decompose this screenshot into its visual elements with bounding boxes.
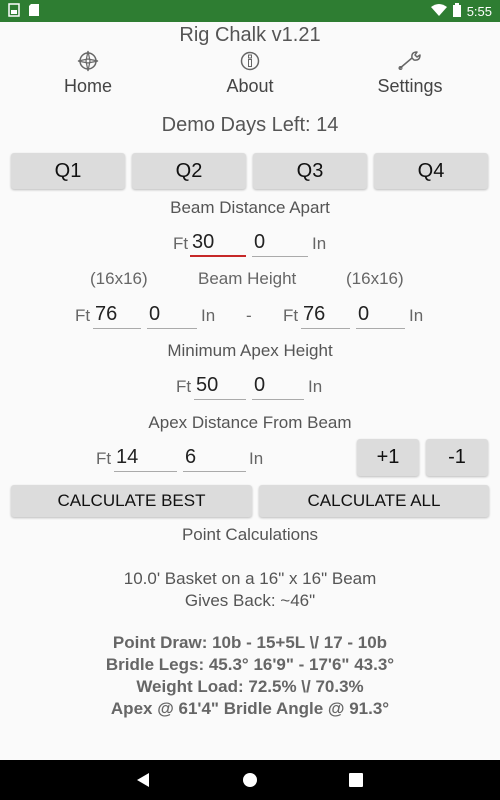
app-title: Rig Chalk v1.21 [179, 24, 321, 46]
plus-one-button[interactable]: +1 [357, 439, 419, 476]
info-icon [240, 51, 260, 71]
system-nav-bar [0, 760, 500, 800]
wrench-icon [398, 51, 421, 70]
left-height-ft-input[interactable]: 76 [93, 301, 141, 329]
q3-button[interactable]: Q3 [253, 153, 367, 189]
left-height-in-unit: In [201, 306, 216, 325]
beam-distance-ft-unit: Ft [173, 234, 189, 253]
gives-back-text: Gives Back: ~46" [184, 591, 316, 610]
beam-height-label: Beam Height [198, 269, 297, 288]
beam-distance-ft-input[interactable]: 30 [190, 229, 246, 257]
q2-button[interactable]: Q2 [132, 153, 246, 189]
nav-settings[interactable]: Settings [350, 50, 470, 97]
point-draw-text: Point Draw: 10b - 15+5L \/ 17 - 10b [112, 633, 388, 652]
apex-distance-ft-unit: Ft [96, 449, 112, 468]
bridle-legs-text: Bridle Legs: 45.3° 16'9" - 17'6" 43.3° [105, 655, 395, 674]
beam-distance-in-input[interactable]: 0 [252, 229, 308, 257]
battery-icon [452, 3, 461, 20]
calculate-all-button[interactable]: CALCULATE ALL [259, 485, 489, 517]
apex-height-in-unit: In [308, 377, 323, 396]
nav-about-label: About [226, 76, 274, 96]
nav-home[interactable]: Home [28, 50, 148, 97]
apex-height-label: Minimum Apex Height [167, 341, 333, 360]
right-height-ft-unit: Ft [283, 306, 299, 325]
calculate-best-button[interactable]: CALCULATE BEST [11, 485, 252, 517]
apex-distance-ft-input[interactable]: 14 [114, 444, 177, 472]
apex-distance-in-unit: In [249, 449, 264, 468]
right-height-ft-input[interactable]: 76 [301, 301, 350, 329]
apex-height-ft-unit: Ft [176, 377, 192, 396]
demo-days-text: Demo Days Left: 14 [161, 114, 339, 136]
right-height-in-input[interactable]: 0 [356, 301, 405, 329]
nav-about[interactable]: About [190, 50, 310, 97]
home-circle-icon[interactable] [242, 772, 258, 788]
left-height-in-input[interactable]: 0 [147, 301, 197, 329]
results-heading: Point Calculations [181, 525, 319, 544]
left-height-ft-unit: Ft [75, 306, 91, 325]
height-separator: - [246, 306, 252, 325]
apex-height-ft-input[interactable]: 50 [194, 372, 246, 400]
beam-distance-label: Beam Distance Apart [170, 198, 330, 217]
apex-distance-label: Apex Distance From Beam [148, 413, 352, 432]
status-bar: 5:55 [0, 0, 500, 22]
sd-card-icon [28, 3, 40, 17]
photo-notification-icon [8, 3, 20, 17]
left-beam-size: (16x16) [90, 269, 148, 288]
right-height-in-unit: In [409, 306, 424, 325]
right-beam-size: (16x16) [346, 269, 404, 288]
apex-bridle-angle-text: Apex @ 61'4" Bridle Angle @ 91.3° [110, 699, 390, 718]
recents-icon[interactable] [349, 773, 363, 787]
basket-summary: 10.0' Basket on a 16" x 16" Beam [123, 569, 377, 588]
nav-settings-label: Settings [377, 76, 443, 96]
q1-button[interactable]: Q1 [11, 153, 125, 189]
wifi-icon [430, 4, 447, 19]
weight-load-text: Weight Load: 72.5% \/ 70.3% [136, 677, 364, 696]
minus-one-button[interactable]: -1 [426, 439, 488, 476]
clock: 5:55 [466, 4, 492, 19]
apex-distance-in-input[interactable]: 6 [183, 444, 246, 472]
top-nav: Home About Settings [0, 50, 500, 104]
beam-distance-in-unit: In [312, 234, 327, 253]
apex-height-in-input[interactable]: 0 [252, 372, 304, 400]
back-icon[interactable] [135, 772, 151, 788]
compass-icon [77, 50, 99, 72]
nav-home-label: Home [63, 76, 112, 96]
q4-button[interactable]: Q4 [374, 153, 488, 189]
